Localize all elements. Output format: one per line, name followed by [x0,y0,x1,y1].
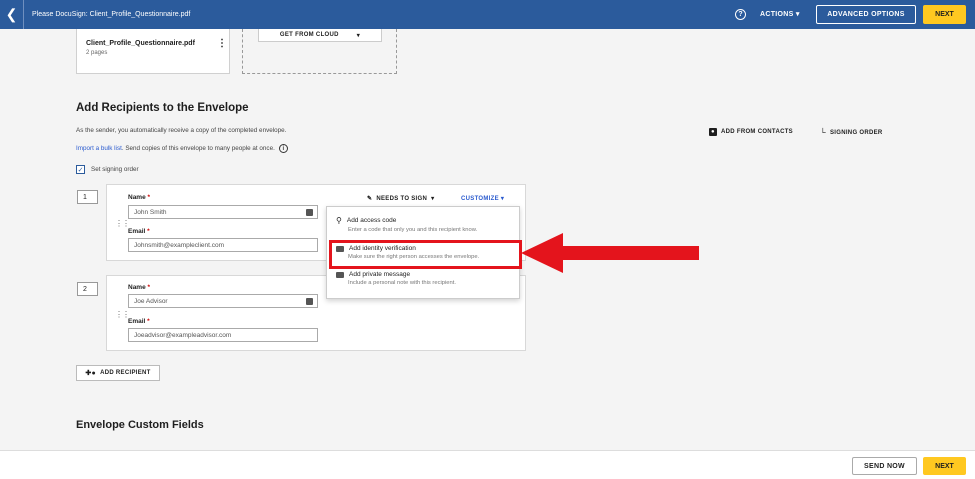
contacts-icon: ● [709,128,717,136]
recipient-order-input[interactable]: 1 [77,190,98,204]
kebab-menu-icon[interactable]: ⋮ [217,38,227,49]
section-title-recipients: Add Recipients to the Envelope [76,102,249,114]
send-now-button[interactable]: SEND NOW [852,457,917,475]
help-icon[interactable]: ? [735,9,746,20]
footer-bar: SEND NOW NEXT [0,450,975,479]
add-recipient-label: ADD RECIPIENT [100,370,151,376]
info-icon[interactable]: i [278,144,288,153]
menu-item-desc: Include a personal note with this recipi… [348,280,456,286]
email-field[interactable]: Joeadvisor@exampleadvisor.com [128,328,318,342]
get-from-cloud-label: GET FROM CLOUD [279,32,339,38]
caret-down-icon: ▾ [500,196,505,202]
add-person-icon: ✚● [85,370,97,377]
customize-label: CUSTOMIZE [461,196,499,202]
add-from-contacts-label: ADD FROM CONTACTS [721,129,793,135]
get-from-cloud-button[interactable]: GET FROM CLOUD ▾ [258,29,382,42]
next-button-bottom[interactable]: NEXT [923,457,966,475]
document-card[interactable]: Client_Profile_Questionnaire.pdf 2 pages… [76,29,230,74]
add-from-contacts-button[interactable]: ● ADD FROM CONTACTS [709,128,793,136]
key-icon: ⚲ [336,216,342,225]
email-label: Email * [128,318,150,325]
menu-item-access-code[interactable]: ⚲ Add access code Enter a code that only … [336,216,514,233]
customize-dropdown[interactable]: CUSTOMIZE ▾ [461,195,504,202]
document-pages: 2 pages [86,50,108,56]
name-value: Joe Advisor [134,297,168,305]
sender-note: As the sender, you automatically receive… [76,127,287,134]
email-field[interactable]: Johnsmith@exampleclient.com [128,238,318,252]
actions-menu[interactable]: ACTIONS ▾ [760,10,800,18]
email-label: Email * [128,228,150,235]
signing-order-button[interactable]: └ SIGNING ORDER [820,128,883,137]
bulk-list-line: Import a bulk list . Send copies of this… [76,144,288,153]
signing-order-label: SIGNING ORDER [829,129,883,136]
upload-drop-zone[interactable]: GET FROM CLOUD ▾ [242,29,397,74]
needs-to-sign-label: NEEDS TO SIGN [376,195,428,202]
name-label: Name * [128,194,151,201]
caret-down-icon: ▾ [795,11,800,18]
pen-icon: ✎ [367,196,373,202]
address-book-icon[interactable] [306,298,313,305]
checkmark-icon: ✓ [77,166,84,174]
menu-item-desc: Enter a code that only you and this reci… [348,227,478,233]
bulk-list-text: . Send copies of this envelope to many p… [121,145,275,152]
drag-handle-icon[interactable]: ⋮⋮ [115,219,130,228]
name-field[interactable]: John Smith [128,205,318,219]
set-signing-order-checkbox[interactable]: ✓ [76,165,85,174]
address-book-icon[interactable] [306,209,313,216]
name-value: John Smith [134,208,167,216]
menu-item-title: Add private message [349,271,411,278]
document-name: Client_Profile_Questionnaire.pdf [86,40,195,47]
import-bulk-list-link[interactable]: Import a bulk list [76,145,122,152]
back-button[interactable]: ❮ [0,0,24,29]
needs-to-sign-dropdown[interactable]: ✎ NEEDS TO SIGN ▾ [367,195,435,203]
section-title-custom-fields: Envelope Custom Fields [76,419,204,431]
name-field[interactable]: Joe Advisor [128,294,318,308]
caret-down-icon: ▾ [431,196,435,202]
email-value: Joeadvisor@exampleadvisor.com [134,331,232,339]
chevron-left-icon: ❮ [5,6,18,22]
actions-label: ACTIONS [760,11,794,18]
set-signing-order-label: Set signing order [91,166,139,173]
recipient-order-input[interactable]: 2 [77,282,98,296]
name-label: Name * [128,284,151,291]
email-value: Johnsmith@exampleclient.com [134,241,225,249]
signing-order-icon: └ [820,128,826,137]
menu-item-title: Add access code [346,217,397,224]
message-icon [336,271,344,278]
advanced-options-button[interactable]: ADVANCED OPTIONS [816,5,916,24]
drag-handle-icon[interactable]: ⋮⋮ [115,310,130,319]
caret-down-icon: ▾ [356,32,361,39]
add-recipient-button[interactable]: ✚● ADD RECIPIENT [76,365,160,381]
menu-item-private-message[interactable]: Add private message Include a personal n… [336,271,514,286]
next-button-top[interactable]: NEXT [923,5,966,24]
document-title: Please DocuSign: Client_Profile_Question… [32,11,191,18]
pointer-arrow-icon [521,233,699,273]
highlight-box [329,240,522,269]
